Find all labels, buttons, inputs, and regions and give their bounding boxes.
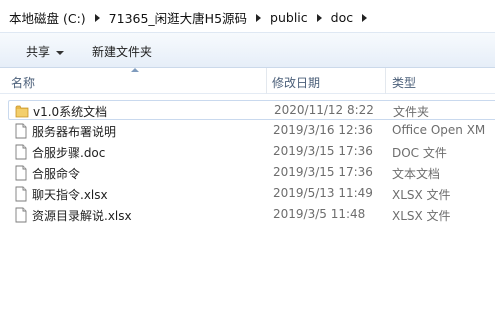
breadcrumb: 本地磁盘 (C:) 71365_闲逛大唐H5源码 public doc [9,8,376,27]
file-type: XLSX 文件 [392,209,451,223]
address-bar[interactable]: 本地磁盘 (C:) 71365_闲逛大唐H5源码 public doc [0,0,495,32]
column-header-bar: 名称 修改日期 类型 [0,68,495,94]
file-type: XLSX 文件 [392,188,451,202]
file-date: 2019/3/15 17:36 [273,144,373,158]
chevron-down-icon [56,50,65,55]
command-toolbar: 共享 新建文件夹 [0,32,495,68]
column-header-date[interactable]: 修改日期 [272,74,320,91]
file-type: DOC 文件 [392,146,447,160]
file-type: Office Open XM [392,123,486,137]
file-row[interactable]: 合服命令 2019/3/15 17:36 文本文档 [8,163,495,183]
column-divider[interactable] [385,68,386,94]
file-date: 2020/11/12 8:22 [274,103,374,117]
file-name: 聊天指令.xlsx [32,188,108,202]
breadcrumb-separator-icon[interactable] [316,13,322,22]
breadcrumb-item-drive[interactable]: 本地磁盘 (C:) [9,8,86,27]
column-header-name[interactable]: 名称 [11,74,35,91]
document-icon [15,207,27,223]
file-name: 资源目录解说.xlsx [32,209,132,223]
folder-icon [15,105,29,118]
file-row[interactable]: 资源目录解说.xlsx 2019/3/5 11:48 XLSX 文件 [8,205,495,225]
breadcrumb-item-public[interactable]: public [270,10,308,25]
file-date: 2019/3/16 12:36 [273,123,373,137]
document-icon [15,123,27,139]
document-icon [15,144,27,160]
column-divider[interactable] [266,68,267,94]
file-name: 合服步骤.doc [32,146,106,160]
file-name: 合服命令 [32,167,81,181]
file-row[interactable]: 服务器布署说明 2019/3/16 12:36 Office Open XM [8,121,495,141]
share-label: 共享 [26,45,51,59]
file-date: 2019/3/5 11:48 [273,207,366,221]
breadcrumb-item-project[interactable]: 71365_闲逛大唐H5源码 [109,8,247,27]
sort-ascending-icon [131,68,139,72]
share-button[interactable]: 共享 [26,43,65,60]
breadcrumb-separator-icon[interactable] [94,13,100,22]
breadcrumb-item-doc[interactable]: doc [331,10,353,25]
file-row[interactable]: 聊天指令.xlsx 2019/5/13 11:49 XLSX 文件 [8,184,495,204]
file-row[interactable]: v1.0系统文档 2020/11/12 8:22 文件夹 [8,100,495,120]
file-name: 服务器布署说明 [32,125,117,139]
new-folder-label: 新建文件夹 [92,45,153,59]
new-folder-button[interactable]: 新建文件夹 [92,43,152,60]
document-icon [15,165,27,181]
file-type: 文件夹 [393,105,430,119]
file-name: v1.0系统文档 [33,105,108,119]
file-date: 2019/3/15 17:36 [273,165,373,179]
breadcrumb-separator-icon[interactable] [256,13,262,22]
file-row[interactable]: 合服步骤.doc 2019/3/15 17:36 DOC 文件 [8,142,495,162]
file-date: 2019/5/13 11:49 [273,186,373,200]
breadcrumb-separator-icon[interactable] [362,13,368,22]
document-icon [15,186,27,202]
file-type: 文本文档 [392,167,441,181]
column-header-type[interactable]: 类型 [392,74,416,91]
